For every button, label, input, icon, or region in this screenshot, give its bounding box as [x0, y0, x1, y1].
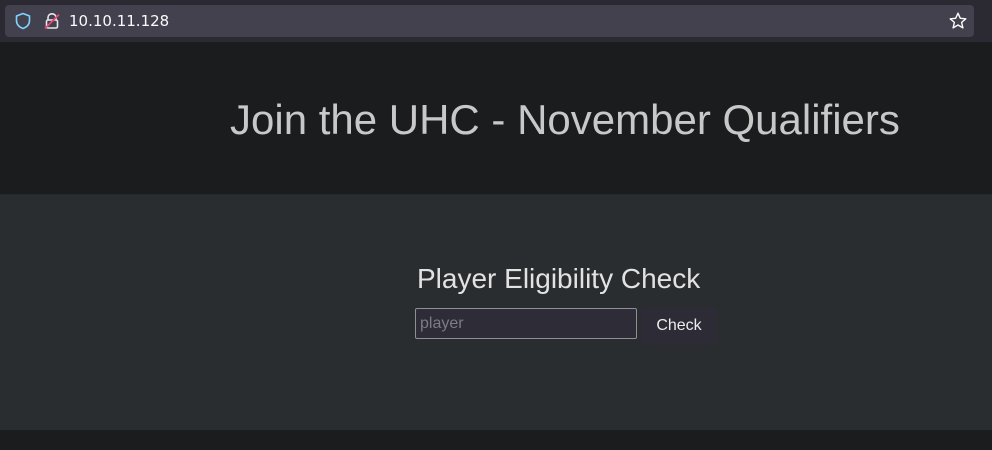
player-input[interactable]	[415, 308, 637, 339]
eligibility-panel: Player Eligibility Check Check	[0, 195, 992, 430]
star-icon[interactable]	[948, 11, 968, 31]
page-title: Join the UHC - November Qualifiers	[230, 96, 900, 143]
footer-bar	[0, 430, 992, 450]
address-bar[interactable]: 10.10.11.128	[5, 5, 974, 37]
browser-toolbar: 10.10.11.128	[0, 0, 992, 42]
url-text[interactable]: 10.10.11.128	[69, 12, 169, 30]
check-button[interactable]: Check	[641, 307, 717, 345]
eligibility-title: Player Eligibility Check	[417, 263, 701, 294]
hero-banner: Join the UHC - November Qualifiers	[0, 42, 992, 195]
lock-icon[interactable]	[43, 12, 61, 30]
shield-icon[interactable]	[14, 12, 32, 30]
